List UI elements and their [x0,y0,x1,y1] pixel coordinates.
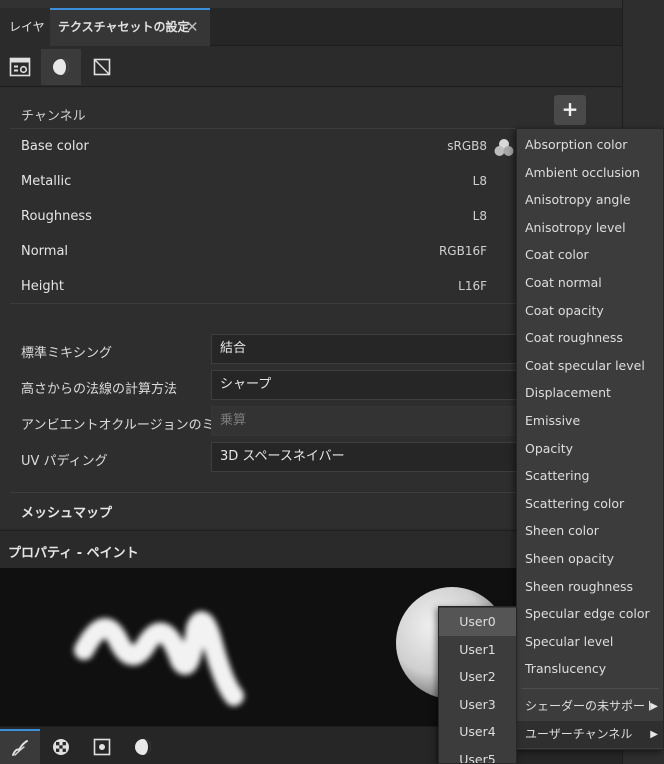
channel-row[interactable]: Normal RGB16F [0,235,520,270]
normal-from-height-select[interactable]: シャープ [211,370,521,400]
menu-item[interactable]: Sheen opacity [517,545,663,573]
channel-format[interactable]: L8 [473,209,487,223]
texture-set-settings-icon [9,57,31,77]
menu-item[interactable]: Coat color [517,241,663,269]
close-icon[interactable]: ✕ [186,10,199,44]
menu-item[interactable]: Sheen color [517,517,663,545]
window-top-strip [0,0,664,8]
normal-from-height-label: 高さからの法線の計算方法 [21,382,178,397]
menu-item[interactable]: User2 [439,663,516,691]
checker-alpha-icon [53,739,69,755]
menu-item[interactable]: Coat opacity [517,297,663,325]
alpha-button[interactable] [41,729,81,764]
menu-item[interactable]: User1 [439,636,516,664]
menu-item[interactable]: Absorption color [517,131,663,159]
menu-item[interactable]: User4 [439,718,516,746]
material-sphere-icon [53,59,69,75]
tab-layers[interactable]: レイヤー [0,8,50,72]
menu-item[interactable]: Scattering color [517,490,663,518]
menu-item[interactable]: Scattering [517,462,663,490]
add-channel-menu: Absorption color Ambient occlusion Aniso… [516,128,664,750]
channel-row[interactable]: Roughness L8 [0,200,520,235]
channel-row[interactable]: Base color sRGB8 [0,130,520,165]
menu-item[interactable]: Specular level [517,628,663,656]
submenu-label: シェーダーの未サポート [525,699,658,713]
menu-item[interactable]: Ambient occlusion [517,159,663,187]
channel-format[interactable]: RGB16F [439,244,487,258]
panel-tab-bar: レイヤー テクスチャセットの設定 ✕ [0,8,622,72]
tab-texture-set-settings-label: テクスチャセットの設定 [58,20,190,34]
material-button[interactable] [123,729,163,764]
menu-item[interactable]: Coat roughness [517,324,663,352]
menu-item[interactable]: Translucency [517,655,663,683]
standard-mixing-label: 標準ミキシング [21,346,113,361]
menu-item[interactable]: Opacity [517,435,663,463]
crop-frame-button[interactable] [82,49,122,85]
channel-row[interactable]: Metallic L8 [0,165,520,200]
channel-row[interactable]: Height L16F [0,270,520,305]
ao-mixing-select: 乗算 [211,406,521,436]
material-sphere-icon [135,739,151,755]
channel-name: Height [21,279,64,294]
properties-title: プロパティ - ペイント [8,546,139,561]
submenu-label: ユーザーチャンネル [525,726,633,741]
menu-submenu-unsupported-shader[interactable]: シェーダーの未サポート ▶ [517,693,663,721]
crop-frame-icon [93,58,111,76]
color-profile-icon[interactable] [494,138,514,157]
menu-item[interactable]: User0 [439,608,516,636]
menu-item[interactable]: Specular edge color [517,600,663,628]
stencil-button[interactable] [82,729,122,764]
channel-format[interactable]: L16F [458,279,487,293]
channel-name: Normal [21,244,69,259]
channel-name: Metallic [21,174,72,189]
texture-set-toolbar [0,47,622,87]
menu-item[interactable]: Anisotropy angle [517,186,663,214]
tab-texture-set-settings[interactable]: テクスチャセットの設定 ✕ [50,8,210,46]
menu-submenu-user-channels[interactable]: ユーザーチャンネル ▶ [517,720,663,749]
stencil-icon [93,738,111,756]
material-button[interactable] [41,49,81,85]
uv-padding-label: UV パディング [21,454,108,469]
uv-padding-select[interactable]: 3D スペースネイバー [211,442,521,472]
menu-item[interactable]: Anisotropy level [517,214,663,242]
menu-item[interactable]: User5 [439,746,516,763]
channel-format[interactable]: L8 [473,174,487,188]
channels-section-title: チャンネル [21,109,86,124]
menu-item[interactable]: Coat normal [517,269,663,297]
channel-format[interactable]: sRGB8 [447,139,487,153]
chevron-right-icon: ▶ [650,728,658,740]
chevron-right-icon: ▶ [650,701,658,712]
texture-set-settings-button[interactable] [0,49,40,85]
brush-icon [12,740,28,756]
menu-item[interactable]: Emissive [517,407,663,435]
menu-item[interactable]: Coat specular level [517,352,663,380]
channel-name: Roughness [21,209,92,224]
add-channel-button[interactable]: + [554,95,586,125]
menu-separator [521,688,659,689]
user-channels-submenu: User0 User1 User2 User3 User4 User5 [438,606,517,764]
brush-button[interactable] [0,729,40,764]
mesh-map-section-title[interactable]: メッシュマップ [21,502,112,521]
menu-item[interactable]: User3 [439,691,516,719]
channel-name: Base color [21,139,89,154]
menu-item[interactable]: Displacement [517,379,663,407]
menu-item[interactable]: Sheen roughness [517,573,663,601]
standard-mixing-select[interactable]: 結合 [211,334,521,364]
